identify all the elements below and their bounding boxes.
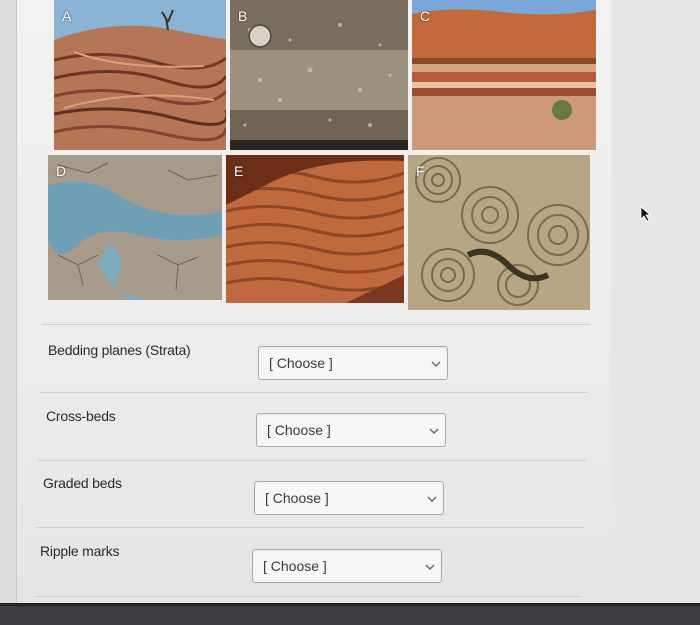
photo-e: E — [226, 155, 404, 303]
select-value: [ Choose ] — [267, 422, 331, 438]
answer-select-bedding-planes[interactable]: [ Choose ] — [258, 346, 448, 380]
select-value: [ Choose ] — [263, 558, 327, 574]
photo-f: F — [408, 155, 590, 310]
select-value: [ Choose ] — [265, 490, 329, 506]
divider — [36, 527, 584, 528]
photo-c-label: C — [420, 8, 431, 24]
photo-a: A — [54, 0, 226, 150]
screen-bottom-bar — [0, 603, 700, 625]
photo-a-label: A — [62, 8, 72, 24]
question-term: Cross-beds — [46, 408, 116, 424]
question-term: Bedding planes (Strata) — [48, 342, 191, 358]
answer-select-cross-beds[interactable]: [ Choose ] — [256, 413, 446, 447]
photo-b-label: B — [238, 8, 248, 24]
answer-select-ripple-marks[interactable]: [ Choose ] — [252, 549, 442, 583]
chevron-down-icon — [427, 496, 437, 502]
question-term: Graded beds — [43, 475, 122, 491]
photo-b: B — [230, 0, 408, 150]
divider — [34, 596, 582, 597]
photo-f-label: F — [416, 163, 425, 179]
photo-c: C — [412, 0, 596, 150]
mouse-pointer-icon — [640, 206, 652, 222]
divider — [40, 392, 588, 393]
chevron-down-icon — [425, 564, 435, 570]
photo-e-label: E — [234, 163, 244, 179]
background-margin — [611, 0, 700, 625]
photo-d-label: D — [56, 163, 67, 179]
bar-edge — [0, 603, 700, 606]
answer-select-graded-beds[interactable]: [ Choose ] — [254, 481, 444, 515]
question-term: Ripple marks — [40, 543, 120, 559]
divider — [38, 460, 586, 461]
chevron-down-icon — [429, 428, 439, 434]
chevron-down-icon — [431, 361, 441, 367]
photo-d: D — [48, 155, 222, 300]
select-value: [ Choose ] — [269, 355, 333, 371]
divider — [42, 324, 590, 325]
